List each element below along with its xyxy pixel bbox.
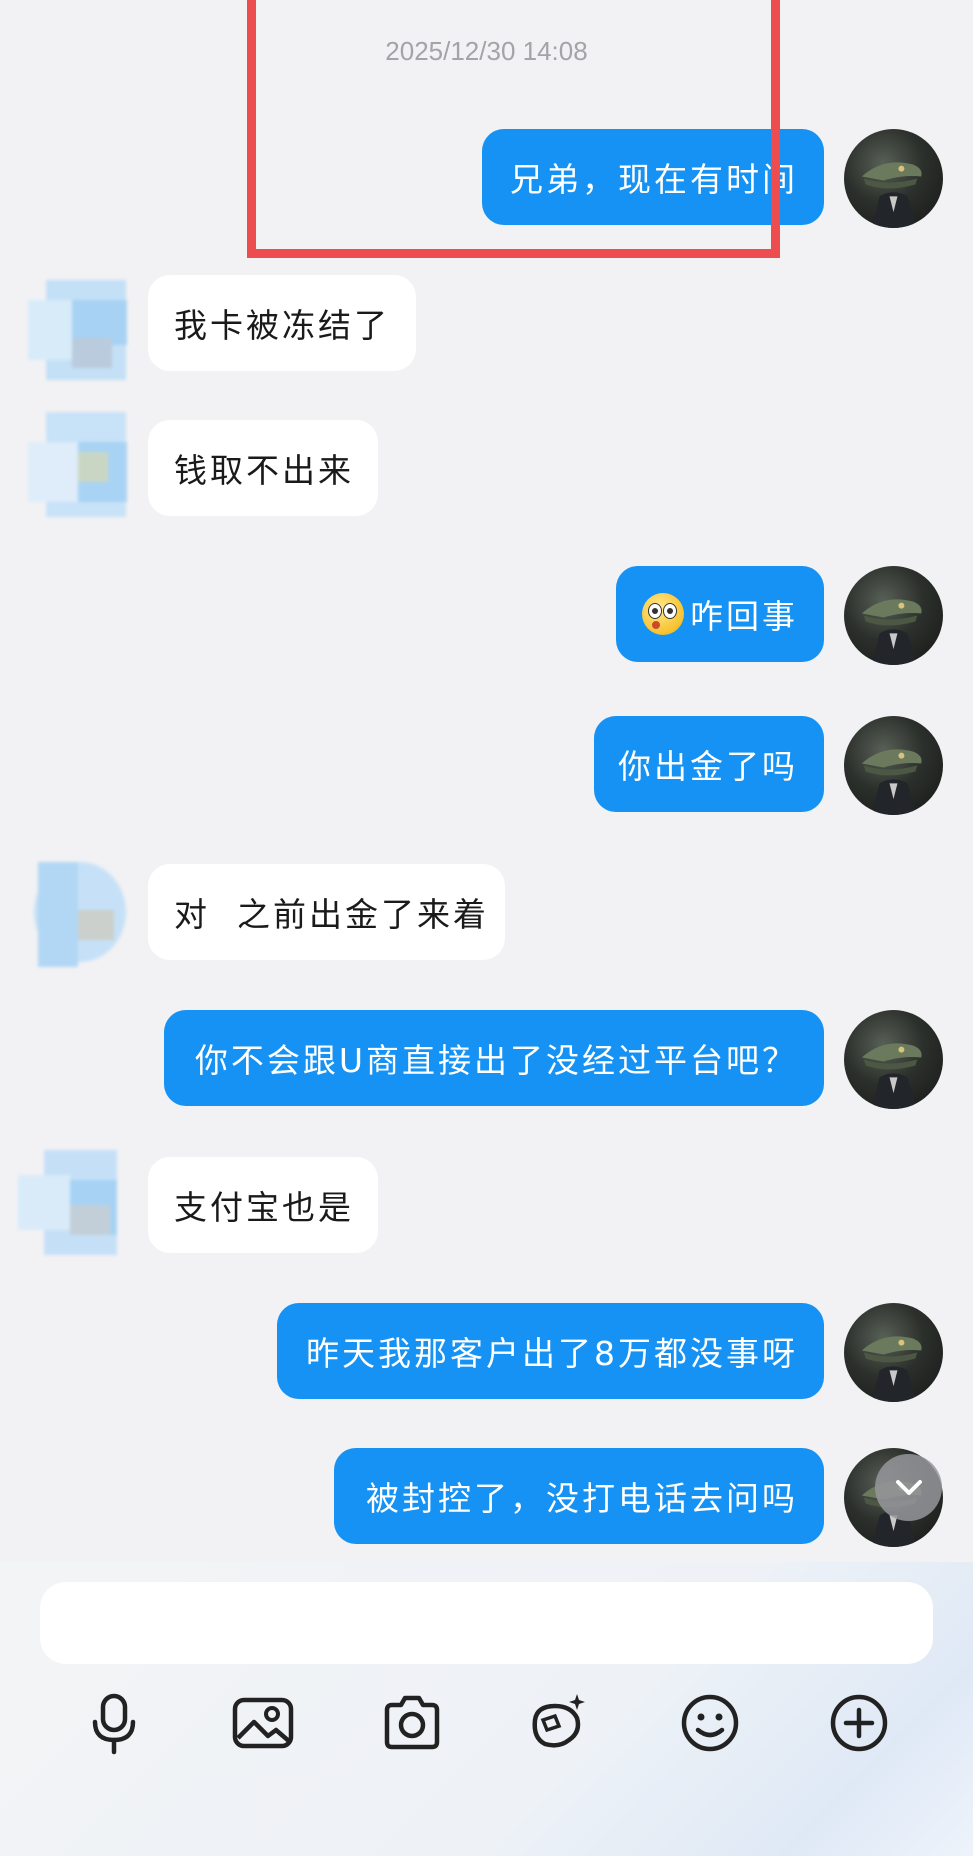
contact-avatar-blurred[interactable]	[28, 862, 127, 967]
crocodile-avatar-icon	[861, 1043, 922, 1109]
crocodile-avatar-icon	[861, 599, 922, 665]
smiley-icon[interactable]	[677, 1690, 743, 1756]
outgoing-message-bubble[interactable]: 被封控了，没打电话去问吗	[334, 1448, 824, 1544]
crocodile-avatar-icon	[861, 162, 922, 228]
camera-icon[interactable]	[379, 1690, 445, 1756]
message-text: 被封控了，没打电话去问吗	[366, 1479, 798, 1518]
outgoing-message-bubble[interactable]: 兄弟，现在有时间	[482, 129, 824, 225]
contact-avatar-blurred[interactable]	[18, 1150, 117, 1255]
image-icon[interactable]	[230, 1690, 296, 1756]
surprised-face-emoji-icon	[642, 593, 684, 635]
my-avatar[interactable]	[844, 716, 943, 815]
message-text: 我卡被冻结了	[174, 306, 390, 345]
my-avatar[interactable]	[844, 1303, 943, 1402]
message-text: 对 之前出金了来着	[174, 895, 489, 934]
message-text: 钱取不出来	[174, 451, 354, 490]
message-text: 昨天我那客户出了8万都没事呀	[306, 1334, 798, 1373]
message-text: 你不会跟U商直接出了没经过平台吧？	[194, 1041, 798, 1080]
contact-avatar-blurred[interactable]	[28, 412, 127, 517]
microphone-icon[interactable]	[81, 1690, 147, 1756]
incoming-message-bubble[interactable]: 我卡被冻结了	[148, 275, 416, 371]
crocodile-avatar-icon	[861, 1336, 922, 1402]
message-text: 你出金了吗	[618, 747, 798, 786]
my-avatar[interactable]	[844, 566, 943, 665]
incoming-message-bubble[interactable]: 钱取不出来	[148, 420, 378, 516]
plus-circle-icon[interactable]	[826, 1690, 892, 1756]
message-text: 咋回事	[690, 597, 798, 636]
outgoing-message-bubble[interactable]: 你不会跟U商直接出了没经过平台吧？	[164, 1010, 824, 1106]
incoming-message-bubble[interactable]: 支付宝也是	[148, 1157, 378, 1253]
outgoing-message-bubble[interactable]: 昨天我那客户出了8万都没事呀	[277, 1303, 824, 1399]
my-avatar[interactable]	[844, 1010, 943, 1109]
message-text: 兄弟，现在有时间	[510, 160, 798, 199]
outgoing-message-bubble[interactable]: 咋回事	[616, 566, 824, 662]
outgoing-message-bubble[interactable]: 你出金了吗	[594, 716, 824, 812]
incoming-message-bubble[interactable]: 对 之前出金了来着	[148, 864, 505, 960]
sticker-icon[interactable]	[525, 1690, 591, 1756]
message-input[interactable]	[40, 1582, 933, 1664]
crocodile-avatar-icon	[861, 749, 922, 815]
contact-avatar-blurred[interactable]	[28, 280, 127, 385]
message-text: 支付宝也是	[174, 1188, 354, 1227]
my-avatar[interactable]	[844, 129, 943, 228]
scroll-to-bottom-button[interactable]	[875, 1454, 942, 1521]
chevron-down-icon	[895, 1479, 922, 1495]
timestamp: 2025/12/30 14:08	[385, 36, 588, 66]
